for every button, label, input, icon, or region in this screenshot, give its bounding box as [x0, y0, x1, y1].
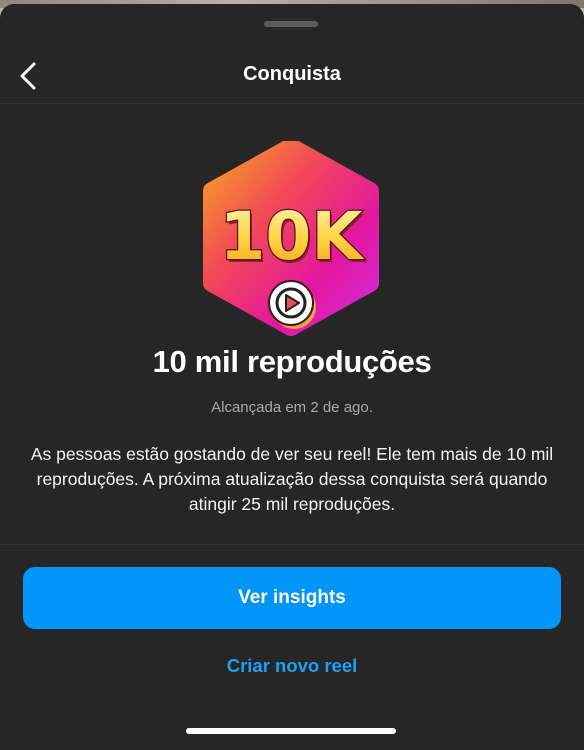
content-divider	[0, 544, 584, 545]
achievement-badge: 10K 10K	[196, 138, 386, 337]
page-title: Conquista	[243, 63, 341, 85]
home-indicator[interactable]	[186, 728, 396, 734]
header-bar: Conquista	[0, 48, 584, 104]
badge-text: 10K	[220, 198, 366, 275]
achievement-date: Alcançada em 2 de ago.	[211, 399, 373, 416]
header-divider	[0, 103, 584, 104]
achievement-description: As pessoas estão gostando de ver seu ree…	[30, 444, 554, 514]
sheet-grabber-handle[interactable]	[264, 21, 318, 27]
achievement-title: 10 mil reproduções	[152, 344, 432, 379]
create-new-reel-link[interactable]: Criar novo reel	[0, 655, 584, 677]
view-insights-button[interactable]: Ver insights	[23, 567, 561, 629]
achievement-sheet: Conquista 10K 10K 10 mil reproduções Alc…	[0, 4, 584, 750]
